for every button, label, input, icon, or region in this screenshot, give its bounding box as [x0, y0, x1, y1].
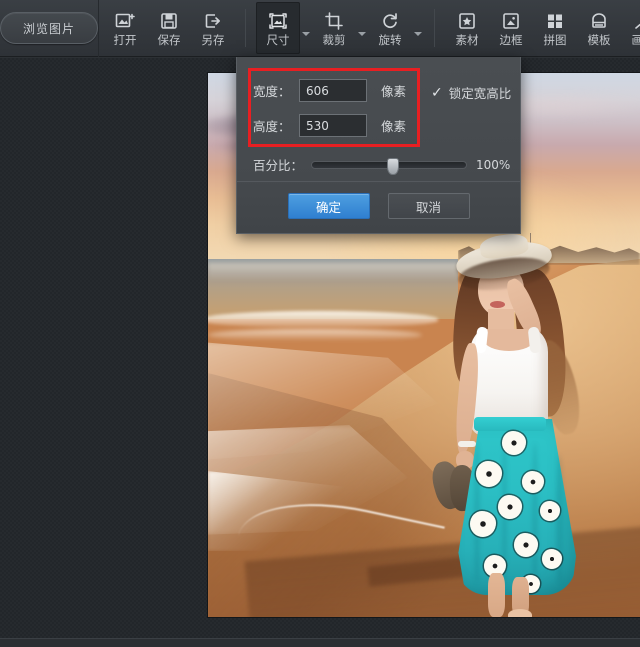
left-leg — [488, 573, 505, 617]
toolbar-item-template-label: 模板 — [587, 32, 611, 47]
height-row: 高度： 像素 — [253, 114, 406, 137]
width-row: 宽度： 像素 — [253, 79, 406, 102]
photo-ocean-highlight — [208, 263, 458, 281]
image-editor-window: 浏览图片 打开 保存 另存 尺寸 裁剪 旋转 素材 边框 拼图 模板 画 宽度：… — [0, 0, 640, 647]
toolbar-divider-2 — [434, 9, 435, 47]
height-unit-label: 像素 — [381, 119, 407, 134]
sticker-star-icon — [456, 11, 478, 31]
resize-dropdown-caret[interactable] — [300, 2, 312, 54]
frame-icon — [500, 11, 522, 31]
toolbar-item-rotate-label: 旋转 — [378, 32, 402, 47]
dialog-separator — [237, 181, 520, 182]
save-icon — [158, 11, 180, 31]
toolbar-divider-1 — [245, 9, 246, 47]
checkmark-icon: ✓ — [431, 84, 443, 101]
ok-button-label: 确定 — [315, 199, 341, 215]
toolbar-item-open[interactable]: 打开 — [103, 2, 147, 54]
browse-images-label: 浏览图片 — [22, 21, 75, 36]
percent-label: 百分比： — [253, 158, 304, 173]
rotate-dropdown-caret[interactable] — [412, 2, 424, 54]
resize-dialog: 宽度： 像素 高度： 像素 ✓ 锁定宽高比 百分比： 100% — [236, 57, 521, 234]
crop-dropdown-caret[interactable] — [356, 2, 368, 54]
status-bar — [0, 638, 640, 647]
open-image-icon — [114, 11, 136, 31]
toolbar-item-brush[interactable]: 画笔 — [621, 2, 640, 54]
save-as-icon — [202, 11, 224, 31]
toolbar-item-stickers[interactable]: 素材 — [445, 2, 489, 54]
photo-subject-woman — [422, 231, 602, 617]
toolbar-item-template[interactable]: 模板 — [577, 2, 621, 54]
toolbar-item-brush-label: 画笔 — [631, 32, 640, 47]
main-toolbar: 浏览图片 打开 保存 另存 尺寸 裁剪 旋转 素材 边框 拼图 模板 画 — [0, 0, 640, 57]
lock-aspect-ratio-checkbox[interactable]: ✓ 锁定宽高比 — [431, 83, 511, 102]
browse-button-container: 浏览图片 — [0, 0, 99, 57]
width-unit-label: 像素 — [381, 84, 407, 99]
percent-slider-track[interactable] — [311, 157, 467, 175]
toolbar-item-crop[interactable]: 裁剪 — [312, 2, 356, 54]
photo-wave — [208, 329, 422, 341]
toolbar-item-rotate[interactable]: 旋转 — [368, 2, 412, 54]
cancel-button-label: 取消 — [415, 199, 441, 215]
toolbar-group-edit: 尺寸 裁剪 旋转 — [252, 0, 428, 57]
tank-top-neckline — [484, 329, 534, 351]
toolbar-item-frame[interactable]: 边框 — [489, 2, 533, 54]
toolbar-item-collage-label: 拼图 — [543, 32, 567, 47]
cancel-button[interactable]: 取消 — [387, 193, 470, 219]
toolbar-item-open-label: 打开 — [113, 32, 137, 47]
photo-wave — [208, 311, 438, 327]
toolbar-item-stickers-label: 素材 — [455, 32, 479, 47]
percent-value: 100% — [476, 157, 511, 172]
height-input[interactable] — [299, 114, 367, 137]
skirt-fold — [532, 443, 538, 587]
lips — [490, 301, 505, 308]
toolbar-group-decorate: 素材 边框 拼图 模板 画 — [441, 0, 640, 57]
width-label: 宽度： — [253, 84, 291, 99]
width-input[interactable] — [299, 79, 367, 102]
ok-button[interactable]: 确定 — [287, 193, 370, 219]
bare-foot — [508, 609, 532, 617]
percent-row: 百分比： 100% — [253, 155, 511, 175]
bracelet — [458, 441, 476, 447]
toolbar-item-save-as-label: 另存 — [201, 32, 225, 47]
lock-aspect-ratio-label: 锁定宽高比 — [448, 86, 512, 101]
toolbar-group-file: 打开 保存 另存 — [99, 0, 239, 57]
toolbar-item-resize[interactable]: 尺寸 — [256, 2, 300, 54]
toolbar-item-save[interactable]: 保存 — [147, 2, 191, 54]
collage-grid-icon — [544, 11, 566, 31]
template-icon — [588, 11, 610, 31]
height-label: 高度： — [253, 119, 291, 134]
toolbar-item-save-as[interactable]: 另存 — [191, 2, 235, 54]
toolbar-item-crop-label: 裁剪 — [322, 32, 346, 47]
toolbar-item-frame-label: 边框 — [499, 32, 523, 47]
toolbar-item-collage[interactable]: 拼图 — [533, 2, 577, 54]
rotate-icon — [379, 11, 401, 31]
dialog-button-row: 确定 取消 — [237, 193, 520, 219]
percent-slider-knob[interactable] — [387, 157, 400, 175]
brush-icon — [632, 11, 640, 31]
resize-icon — [267, 11, 289, 31]
toolbar-item-save-label: 保存 — [157, 32, 181, 47]
skirt-waistband — [474, 417, 546, 431]
toolbar-item-resize-label: 尺寸 — [266, 32, 290, 47]
crop-icon — [323, 11, 345, 31]
browse-images-button[interactable]: 浏览图片 — [0, 12, 98, 44]
